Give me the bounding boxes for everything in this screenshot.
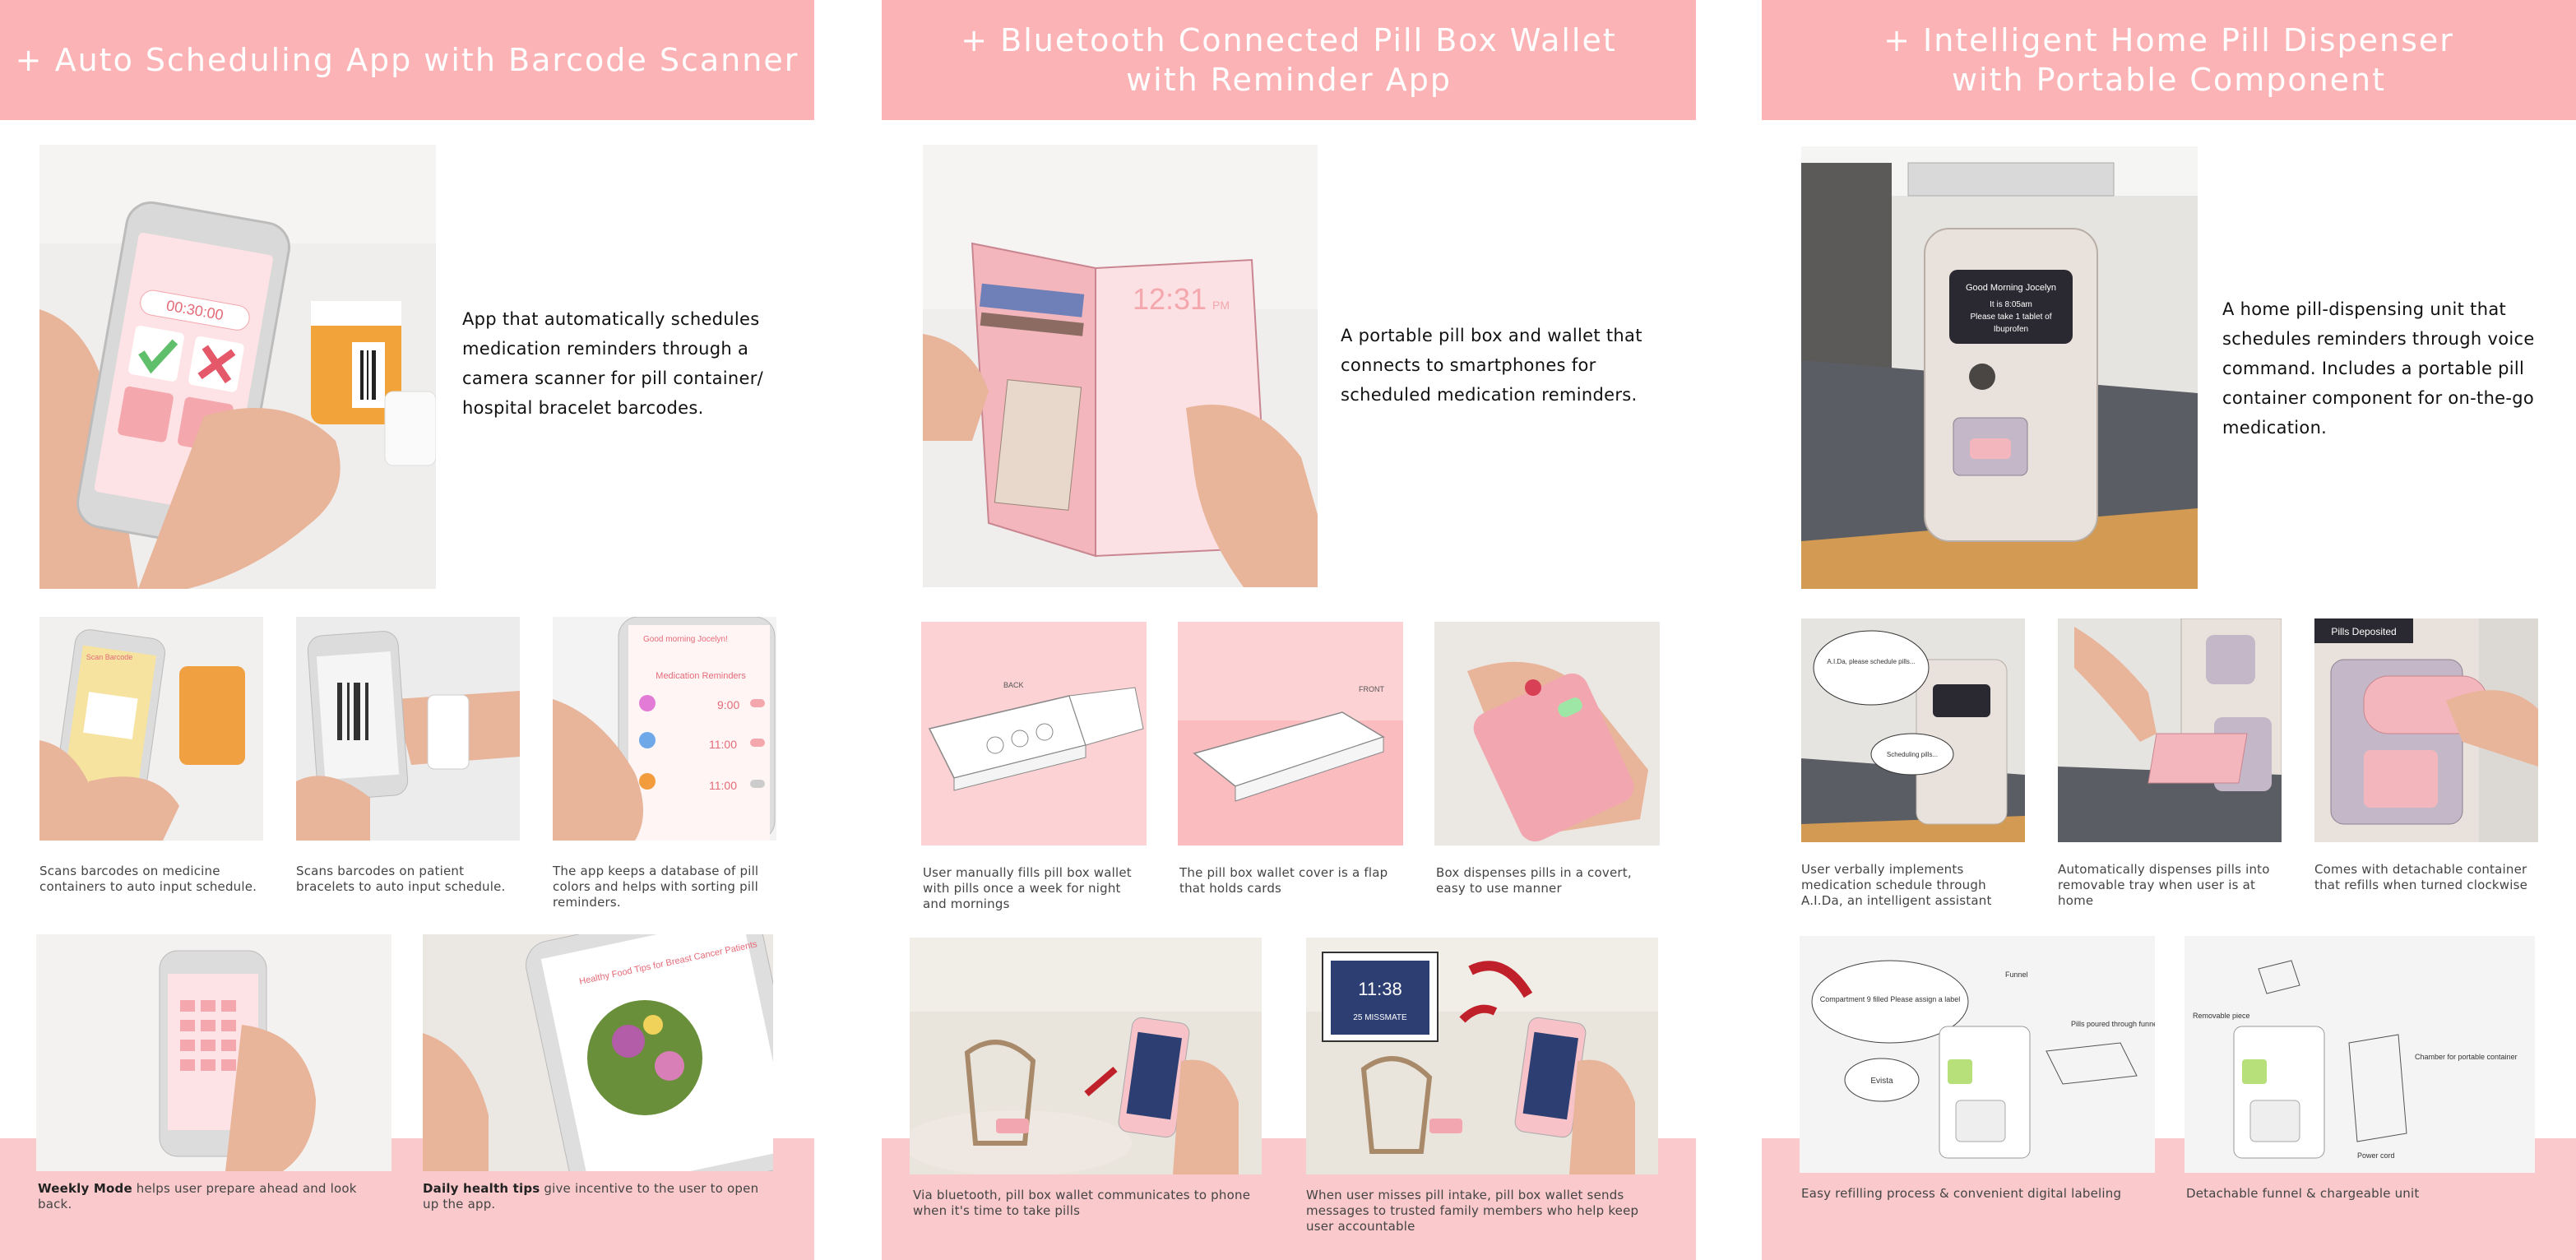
caption-auto-dispense: Automatically dispenses pills into remov…	[2058, 862, 2270, 908]
sketch-note-removable: Removable piece	[2193, 1012, 2250, 1020]
caption-pill-database: The app keeps a database of pill colors …	[553, 864, 759, 910]
front-label: FRONT	[1359, 685, 1384, 693]
image-wallet-cover: FRONT	[1178, 622, 1403, 845]
sketch-note-chamber: Chamber for portable container	[2415, 1053, 2518, 1061]
back-label: BACK	[1003, 681, 1024, 689]
voice-bubble-2: Scheduling pills...	[1887, 751, 1938, 758]
pills-deposited-label: Pills Deposited	[2331, 626, 2396, 637]
main-image-phone-scan: 00:30:00	[39, 145, 436, 589]
panel-title-banner: + Bluetooth Connected Pill Box Wallet wi…	[882, 0, 1696, 120]
panel-auto-scheduling: + Auto Scheduling App with Barcode Scann…	[0, 0, 814, 1260]
panel-title-banner: + Auto Scheduling App with Barcode Scann…	[0, 0, 814, 120]
caption-bluetooth: Via bluetooth, pill box wallet communica…	[913, 1188, 1251, 1218]
panel-pill-box-wallet: + Bluetooth Connected Pill Box Wallet wi…	[882, 0, 1696, 1260]
image-missed-alert: 11:38 25 MISSMATE	[1306, 938, 1658, 1174]
sketch-note-funnel-pour: Pills poured through funnel	[2071, 1020, 2155, 1028]
wallet-display-ampm: PM	[1212, 299, 1230, 312]
missed-message: 25 MISSMATE	[1353, 1013, 1407, 1022]
main-image-dispenser: Good Morning Jocelyn It is 8:05am Please…	[1801, 146, 2198, 589]
med3-time: 11:00	[709, 779, 737, 792]
med1-time: 9:00	[717, 698, 739, 711]
caption-daily-tips-bold: Daily health tips	[423, 1181, 540, 1196]
caption-missed-alert: When user misses pill intake, pill box w…	[1306, 1188, 1639, 1234]
caption-daily-tips: Daily health tips give incentive to the …	[423, 1181, 773, 1212]
image-auto-dispense	[2058, 618, 2282, 842]
dispenser-screen-line2: It is 8:05am	[1990, 300, 2032, 309]
reminders-title-text: Medication Reminders	[656, 671, 746, 681]
caption-detachable-container: Comes with detachable container that ref…	[2314, 862, 2528, 892]
image-wallet-dispense	[1434, 622, 1660, 845]
image-pill-database: Good morning Jocelyn! Medication Reminde…	[553, 617, 776, 841]
main-description: A home pill-dispensing unit that schedul…	[2222, 299, 2535, 438]
lockscreen-time: 11:38	[1358, 979, 1402, 999]
caption-fill-wallet: User manually fills pill box wallet with…	[923, 865, 1132, 911]
dispenser-screen-greeting: Good Morning Jocelyn	[1966, 283, 2056, 293]
panel-title: + Auto Scheduling App with Barcode Scann…	[15, 42, 799, 78]
panel-title-line-2: with Portable Component	[1951, 62, 2387, 98]
caption-scan-bracelet: Scans barcodes on patient bracelets to a…	[296, 864, 506, 894]
image-voice-schedule: A.I.Da, please schedule pills... Schedul…	[1801, 618, 2025, 842]
dispenser-screen-line3: Please take 1 tablet of	[1971, 313, 2052, 322]
sketch-note-power-cord: Power cord	[2357, 1151, 2395, 1160]
panel-title-line-2: with Reminder App	[1126, 62, 1452, 98]
app-greeting-text: Good morning Jocelyn!	[643, 635, 728, 644]
main-description: App that automatically schedules medicat…	[462, 309, 764, 418]
voice-bubble-1: A.I.Da, please schedule pills...	[1827, 658, 1915, 665]
image-daily-health-tips: Healthy Food Tips for Breast Cancer Pati…	[423, 934, 773, 1171]
wallet-display-time: 12:31	[1133, 282, 1207, 316]
image-funnel-sketch: Removable piece Chamber for portable con…	[2185, 936, 2535, 1173]
image-scan-container: Scan Barcode	[39, 617, 263, 841]
main-description: A portable pill box and wallet that conn…	[1341, 326, 1642, 405]
panel-title-line-1: + Intelligent Home Pill Dispenser	[1883, 22, 2454, 58]
image-scan-bracelet	[296, 617, 520, 841]
image-weekly-mode	[36, 934, 391, 1171]
panel-title-banner: + Intelligent Home Pill Dispenser with P…	[1762, 0, 2576, 120]
image-bluetooth-phone	[910, 938, 1262, 1174]
panel-title-line-1: + Bluetooth Connected Pill Box Wallet	[961, 22, 1617, 58]
med2-time: 11:00	[709, 738, 737, 751]
reply-bubble: Evista	[1870, 1077, 1893, 1086]
caption-wallet-cover: The pill box wallet cover is a flap that…	[1179, 865, 1388, 896]
panel-home-dispenser: + Intelligent Home Pill Dispenser with P…	[1762, 0, 2576, 1260]
caption-wallet-dispense: Box dispenses pills in a covert, easy to…	[1436, 865, 1632, 896]
dispenser-screen-line4: Ibuprofen	[1994, 325, 2028, 334]
caption-weekly-mode-bold: Weekly Mode	[38, 1181, 132, 1196]
compartment-label-bubble: Compartment 9 filled Please assign a lab…	[1820, 995, 1961, 1003]
caption-scan-container: Scans barcodes on medicine containers to…	[39, 864, 257, 894]
main-image-wallet: 12:31 PM	[923, 145, 1318, 587]
caption-funnel: Detachable funnel & chargeable unit	[2186, 1186, 2420, 1201]
image-fill-wallet: BACK	[921, 622, 1147, 845]
image-refill-sketch: Compartment 9 filled Please assign a lab…	[1800, 936, 2155, 1173]
caption-refill: Easy refilling process & convenient digi…	[1801, 1186, 2122, 1201]
image-detachable-container: Pills Deposited	[2314, 618, 2538, 842]
sketch-note-funnel: Funnel	[2005, 970, 2028, 979]
caption-weekly-mode: Weekly Mode helps user prepare ahead and…	[38, 1181, 391, 1212]
scan-barcode-label: Scan Barcode	[86, 653, 133, 661]
caption-voice-schedule: User verbally implements medication sche…	[1801, 862, 1992, 908]
